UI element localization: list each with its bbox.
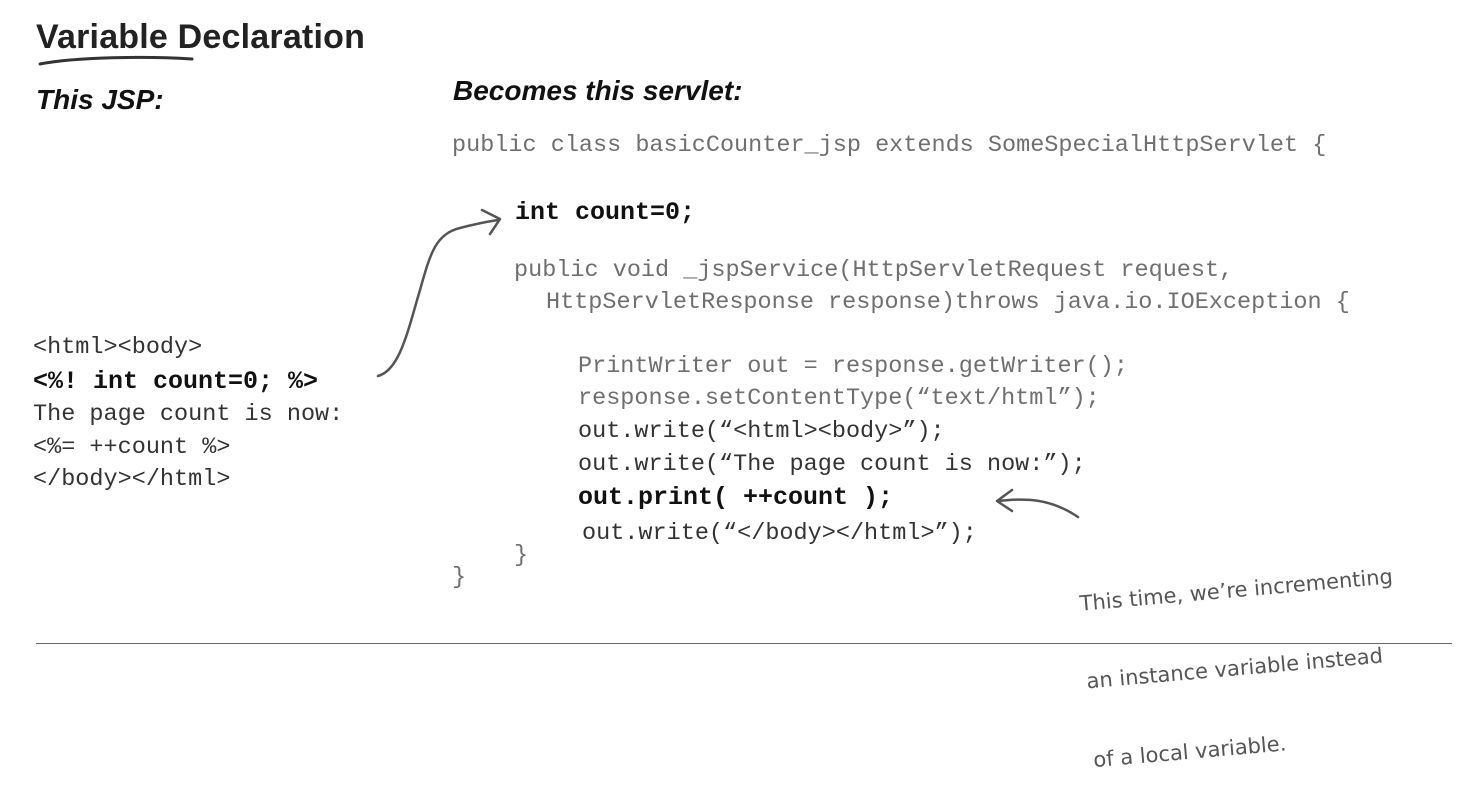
servlet-class-declaration: public class basicCounter_jsp extends So… bbox=[452, 132, 1327, 159]
jsp-line-3: The page count is now: bbox=[33, 401, 344, 428]
servlet-body-line-4: out.write(“The page count is now:”); bbox=[578, 451, 1086, 478]
servlet-body-line-5: out.print( ++count ); bbox=[578, 483, 894, 512]
servlet-method-line-2: HttpServletResponse response)throws java… bbox=[546, 289, 1350, 316]
servlet-method-line-1: public void _jspService(HttpServletReque… bbox=[514, 257, 1234, 284]
servlet-label: Becomes this servlet: bbox=[453, 75, 743, 106]
jsp-label: This JSP: bbox=[36, 84, 164, 115]
jsp-line-5: </body></html> bbox=[33, 466, 231, 493]
annotation-arrow-icon bbox=[995, 488, 1080, 519]
jsp-line-2: <%! int count=0; %> bbox=[33, 367, 319, 396]
servlet-field-declaration: int count=0; bbox=[515, 198, 696, 227]
jsp-line-4: <%= ++count %> bbox=[33, 434, 231, 461]
servlet-body-line-6: out.write(“</body></html>”); bbox=[582, 520, 977, 547]
servlet-body-line-2: response.setContentType(“text/html”); bbox=[578, 385, 1100, 412]
servlet-body-line-1: PrintWriter out = response.getWriter(); bbox=[578, 353, 1128, 380]
bottom-divider bbox=[36, 643, 1452, 644]
servlet-body-line-3: out.write(“<html><body>”); bbox=[578, 418, 945, 445]
annotation-line-2: an instance variable instead bbox=[1085, 643, 1384, 694]
annotation-note: This time, we’re incrementing an instanc… bbox=[1074, 511, 1410, 800]
annotation-line-1: This time, we’re incrementing bbox=[1078, 563, 1394, 616]
annotation-line-3: of a local variable. bbox=[1092, 731, 1288, 773]
servlet-method-close: } bbox=[514, 542, 529, 569]
jsp-line-1: <html><body> bbox=[33, 334, 203, 361]
declaration-arrow-icon bbox=[376, 208, 502, 378]
title-underline bbox=[38, 55, 194, 66]
servlet-class-close: } bbox=[452, 564, 467, 591]
